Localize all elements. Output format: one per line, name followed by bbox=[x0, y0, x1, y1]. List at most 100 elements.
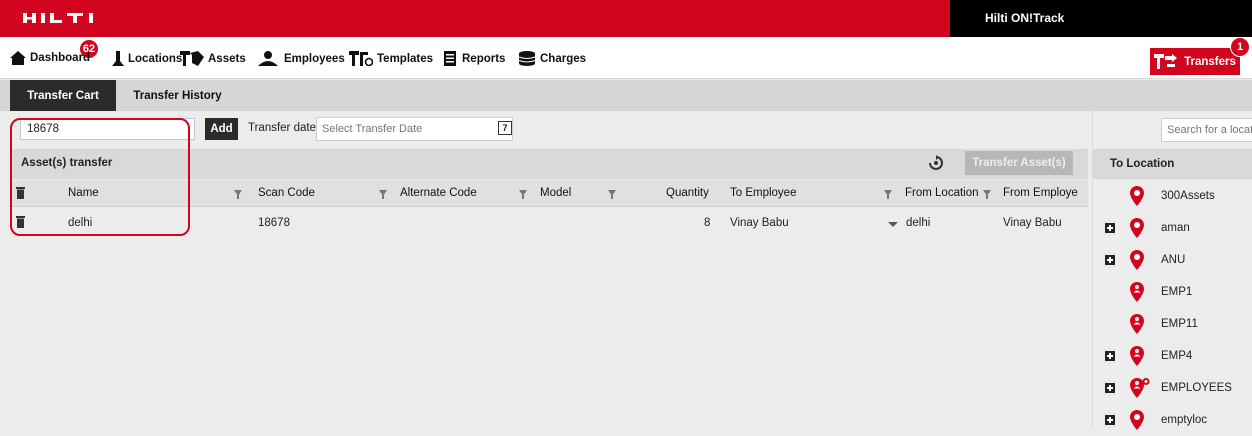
col-quantity[interactable]: Quantity bbox=[666, 187, 709, 199]
transfer-date-label: Transfer date bbox=[248, 122, 316, 134]
col-name[interactable]: Name bbox=[68, 187, 99, 199]
transfer-assets-button[interactable]: Transfer Asset(s) bbox=[965, 151, 1073, 175]
filter-icon[interactable] bbox=[884, 190, 892, 199]
home-icon bbox=[10, 51, 26, 65]
nav-locations-label: Locations bbox=[128, 52, 183, 65]
location-item[interactable]: emptyloc bbox=[1093, 404, 1252, 436]
location-pin-icon bbox=[1130, 410, 1144, 430]
transfer-date-input[interactable] bbox=[316, 117, 513, 141]
location-item[interactable]: EMP1 bbox=[1093, 276, 1252, 308]
location-name: EMP4 bbox=[1161, 350, 1193, 362]
nav-employees[interactable]: Employees bbox=[256, 51, 345, 66]
employee-pin-icon bbox=[1130, 314, 1144, 334]
employee-group-pin-icon bbox=[1130, 378, 1150, 398]
nav-reports[interactable]: Reports bbox=[444, 51, 505, 66]
transfers-label: Transfers bbox=[1184, 55, 1236, 68]
scan-code-input[interactable] bbox=[20, 118, 195, 140]
nav-charges-label: Charges bbox=[540, 52, 587, 65]
cell-from-location: delhi bbox=[906, 217, 931, 229]
location-pin-icon bbox=[1130, 186, 1144, 206]
location-name: EMP11 bbox=[1161, 318, 1198, 330]
top-bar: Hilti ON!Track bbox=[0, 0, 1252, 37]
assets-icon bbox=[180, 51, 204, 66]
table-row[interactable]: delhi 18678 8 Vinay Babu delhi Vinay Bab… bbox=[10, 208, 1088, 238]
filter-icon[interactable] bbox=[983, 190, 991, 199]
location-item[interactable]: ANU bbox=[1093, 244, 1252, 276]
charges-icon bbox=[518, 51, 536, 66]
employees-icon bbox=[258, 51, 278, 66]
location-marker-icon bbox=[112, 51, 124, 66]
add-button[interactable]: Add bbox=[205, 118, 238, 140]
cell-scan-code: 18678 bbox=[258, 217, 290, 229]
asset-transfer-header: Asset(s) transfer Transfer Asset(s) bbox=[10, 149, 1088, 179]
location-name: EMPLOYEES bbox=[1161, 382, 1232, 394]
nav-templates[interactable]: Templates bbox=[349, 51, 433, 66]
delete-row-icon[interactable] bbox=[16, 216, 25, 228]
expand-icon[interactable] bbox=[1105, 351, 1115, 361]
expand-icon[interactable] bbox=[1105, 255, 1115, 265]
location-pin-icon bbox=[1130, 250, 1144, 270]
location-search-input[interactable] bbox=[1161, 118, 1252, 142]
cell-to-employee[interactable]: Vinay Babu bbox=[730, 217, 789, 229]
location-item[interactable]: EMPLOYEES bbox=[1093, 372, 1252, 404]
transfers-button[interactable]: Transfers bbox=[1150, 48, 1240, 75]
nav-assets-label: Assets bbox=[208, 52, 246, 65]
filter-icon[interactable] bbox=[519, 190, 527, 199]
cell-quantity: 8 bbox=[704, 217, 711, 229]
location-item[interactable]: 300Assets bbox=[1093, 180, 1252, 212]
reports-icon bbox=[444, 51, 456, 66]
filter-icon[interactable] bbox=[379, 190, 387, 199]
col-scan-code[interactable]: Scan Code bbox=[258, 187, 315, 199]
nav-reports-label: Reports bbox=[462, 52, 506, 65]
expand-icon[interactable] bbox=[1105, 383, 1115, 393]
location-name: ANU bbox=[1161, 254, 1186, 266]
to-employee-dropdown-icon[interactable] bbox=[888, 222, 898, 227]
asset-table-body: delhi 18678 8 Vinay Babu delhi Vinay Bab… bbox=[10, 208, 1088, 427]
to-location-title: To Location bbox=[1110, 158, 1175, 170]
expand-icon[interactable] bbox=[1105, 223, 1115, 233]
nav-assets[interactable]: Assets bbox=[180, 51, 246, 66]
cell-from-employee: Vinay Babu bbox=[1003, 217, 1062, 229]
location-name: 300Assets bbox=[1161, 190, 1215, 202]
asset-table-header: Name Scan Code Alternate Code Model Quan… bbox=[10, 180, 1088, 207]
tab-bar: Transfer Cart Transfer History bbox=[0, 80, 1252, 111]
location-name: EMP1 bbox=[1161, 286, 1193, 298]
asset-transfer-title: Asset(s) transfer bbox=[21, 157, 113, 169]
to-location-panel: To Location 300Assets aman ANU EMP1 EMP1… bbox=[1092, 111, 1252, 430]
filter-icon[interactable] bbox=[608, 190, 616, 199]
location-name: emptyloc bbox=[1161, 414, 1208, 426]
nav-dashboard-label: Dashboard bbox=[30, 52, 91, 64]
col-from-location[interactable]: From Location bbox=[905, 187, 979, 199]
nav-dashboard[interactable]: Dashboard bbox=[10, 51, 90, 65]
nav-templates-label: Templates bbox=[377, 52, 434, 65]
location-item[interactable]: EMP4 bbox=[1093, 340, 1252, 372]
employee-pin-icon bbox=[1130, 346, 1144, 366]
to-location-header: To Location bbox=[1093, 149, 1252, 179]
refresh-icon[interactable] bbox=[928, 155, 944, 171]
col-alternate-code[interactable]: Alternate Code bbox=[400, 187, 477, 199]
cell-name: delhi bbox=[68, 217, 93, 229]
transfers-badge: 1 bbox=[1230, 37, 1250, 57]
nav-employees-label: Employees bbox=[284, 52, 345, 65]
filter-icon[interactable] bbox=[234, 190, 242, 199]
location-item[interactable]: aman bbox=[1093, 212, 1252, 244]
col-to-employee[interactable]: To Employee bbox=[730, 187, 796, 199]
location-name: aman bbox=[1161, 222, 1190, 234]
location-pin-icon bbox=[1130, 218, 1144, 238]
tab-transfer-history[interactable]: Transfer History bbox=[120, 80, 235, 111]
transfer-icon bbox=[1154, 54, 1178, 69]
nav-charges[interactable]: Charges bbox=[518, 51, 586, 66]
employee-pin-icon bbox=[1130, 282, 1144, 302]
col-from-employee[interactable]: From Employe bbox=[1003, 187, 1078, 199]
brand-title: Hilti ON!Track bbox=[985, 11, 1065, 25]
expand-icon[interactable] bbox=[1105, 415, 1115, 425]
hilti-logo[interactable] bbox=[23, 10, 111, 26]
col-model[interactable]: Model bbox=[540, 187, 571, 199]
delete-all-icon[interactable] bbox=[16, 187, 25, 199]
nav-locations[interactable]: Locations bbox=[112, 51, 182, 66]
calendar-icon[interactable]: 7 bbox=[498, 121, 512, 135]
location-item[interactable]: EMP11 bbox=[1093, 308, 1252, 340]
main-nav: 62 Dashboard Locations Assets Employees … bbox=[0, 37, 1252, 79]
templates-icon bbox=[349, 51, 373, 66]
tab-transfer-cart[interactable]: Transfer Cart bbox=[10, 80, 116, 111]
